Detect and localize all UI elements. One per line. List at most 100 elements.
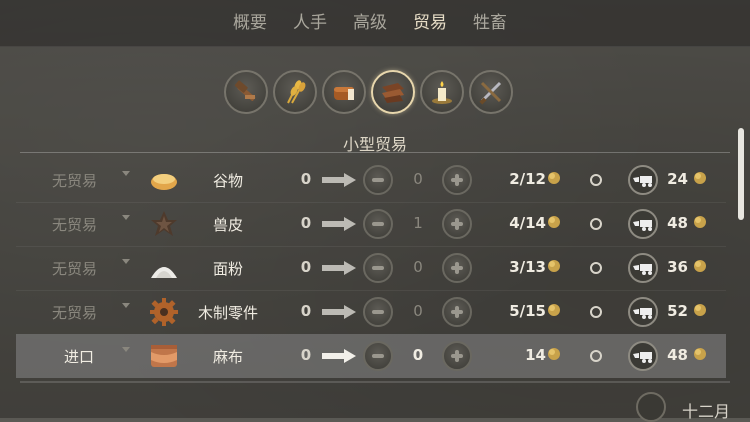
chevron-down-icon[interactable] — [122, 259, 130, 264]
chevron-down-icon[interactable] — [122, 347, 130, 352]
trade-quantity: 1 — [413, 214, 423, 232]
category-bread[interactable] — [322, 70, 366, 114]
coin-icon — [694, 216, 706, 228]
increase-button[interactable] — [442, 253, 472, 283]
increase-button[interactable] — [442, 341, 472, 371]
arrow-right-icon — [322, 217, 356, 231]
crossed-weapons-icon — [479, 81, 502, 105]
category-materials[interactable] — [371, 70, 415, 114]
trade-row-hide[interactable]: 无贸易 兽皮 0 1 4/14 48 — [16, 202, 726, 246]
decrease-button[interactable] — [363, 165, 393, 195]
status-dot — [590, 174, 602, 186]
price: 36 — [667, 258, 688, 276]
arrow-right-icon — [322, 305, 356, 319]
coin-icon — [548, 260, 560, 272]
trade-quantity: 0 — [413, 258, 423, 276]
trade-row-grain[interactable]: 无贸易 谷物 0 0 2/12 24 — [16, 158, 726, 202]
price: 24 — [667, 170, 688, 188]
cart-icon — [628, 253, 658, 283]
tab-trade[interactable]: 贸易 — [400, 10, 460, 36]
divider — [20, 381, 730, 383]
plus-icon — [451, 262, 463, 274]
trade-status[interactable]: 进口 — [64, 346, 94, 367]
minus-icon — [372, 222, 384, 226]
minus-icon — [372, 178, 384, 182]
cart-icon — [628, 341, 658, 371]
tab-livestock[interactable]: 牲畜 — [460, 10, 520, 36]
trade-quantity: 0 — [412, 346, 424, 364]
scrollbar[interactable] — [738, 128, 744, 220]
available-amount: 5/15 — [509, 302, 546, 320]
coin-icon — [694, 260, 706, 272]
leather-cloth-icon — [382, 83, 404, 103]
divider — [20, 152, 730, 153]
coin-icon — [548, 172, 560, 184]
plus-icon — [451, 350, 463, 362]
tab-advanced[interactable]: 高级 — [340, 10, 400, 36]
linen-icon — [146, 338, 182, 374]
price: 48 — [667, 346, 688, 364]
top-tab-bar: 概要 人手 高级 贸易 牲畜 — [0, 0, 750, 47]
plus-icon — [451, 174, 463, 186]
coin-icon — [548, 348, 560, 360]
decrease-button[interactable] — [363, 253, 393, 283]
available-amount: 2/12 — [509, 170, 546, 188]
flour-icon — [146, 250, 182, 286]
coin-icon — [694, 304, 706, 316]
status-dot — [590, 262, 602, 274]
decrease-button[interactable] — [363, 297, 393, 327]
gear-icon — [146, 294, 182, 330]
trade-status[interactable]: 无贸易 — [52, 214, 97, 235]
category-food[interactable] — [273, 70, 317, 114]
available-amount: 14 — [525, 346, 546, 364]
increase-button[interactable] — [442, 165, 472, 195]
current-amount: 0 — [300, 258, 312, 276]
trade-row-linen[interactable]: 进口 麻布 0 0 14 48 — [16, 334, 726, 378]
trade-status[interactable]: 无贸易 — [52, 258, 97, 279]
category-weapons[interactable] — [469, 70, 513, 114]
available-amount: 4/14 — [509, 214, 546, 232]
cart-icon — [628, 297, 658, 327]
tab-overview[interactable]: 概要 — [220, 10, 280, 36]
current-amount: 0 — [300, 170, 312, 188]
increase-button[interactable] — [442, 297, 472, 327]
chevron-down-icon[interactable] — [122, 303, 130, 308]
trade-quantity: 0 — [413, 170, 423, 188]
decrease-button[interactable] — [363, 341, 393, 371]
decrease-button[interactable] — [363, 209, 393, 239]
item-name: 兽皮 — [212, 216, 243, 234]
date-text: 十二月 — [682, 402, 731, 421]
hide-icon — [146, 206, 182, 242]
trade-status[interactable]: 无贸易 — [52, 302, 97, 323]
cart-icon — [628, 209, 658, 239]
increase-button[interactable] — [442, 209, 472, 239]
status-dot — [590, 350, 602, 362]
trade-quantity: 0 — [413, 302, 423, 320]
item-name: 面粉 — [212, 260, 243, 278]
chevron-down-icon[interactable] — [122, 171, 130, 176]
arrow-right-icon — [322, 173, 356, 187]
category-tools[interactable] — [224, 70, 268, 114]
tab-workers[interactable]: 人手 — [280, 10, 340, 36]
bread-icon — [334, 87, 354, 100]
minus-icon — [372, 266, 384, 270]
coin-icon — [694, 348, 706, 360]
trade-status[interactable]: 无贸易 — [52, 170, 97, 191]
item-name: 麻布 — [212, 348, 243, 366]
arrow-right-icon — [322, 261, 356, 275]
plus-icon — [451, 218, 463, 230]
minus-icon — [372, 310, 384, 314]
category-goods[interactable] — [420, 70, 464, 114]
price: 52 — [667, 302, 688, 320]
trade-row-wood-parts[interactable]: 无贸易 木制零件 0 0 5/15 52 — [16, 290, 726, 334]
coin-icon — [548, 304, 560, 316]
status-dot — [590, 218, 602, 230]
hammer-tools-icon — [234, 80, 256, 101]
wheat-icon — [287, 80, 306, 104]
grain-bowl-icon — [146, 162, 182, 198]
chevron-down-icon[interactable] — [122, 215, 130, 220]
current-amount: 0 — [300, 346, 312, 364]
item-name: 谷物 — [212, 172, 243, 190]
tabs: 概要 人手 高级 贸易 牲畜 — [220, 10, 520, 36]
trade-row-flour[interactable]: 无贸易 面粉 0 0 3/13 36 — [16, 246, 726, 290]
